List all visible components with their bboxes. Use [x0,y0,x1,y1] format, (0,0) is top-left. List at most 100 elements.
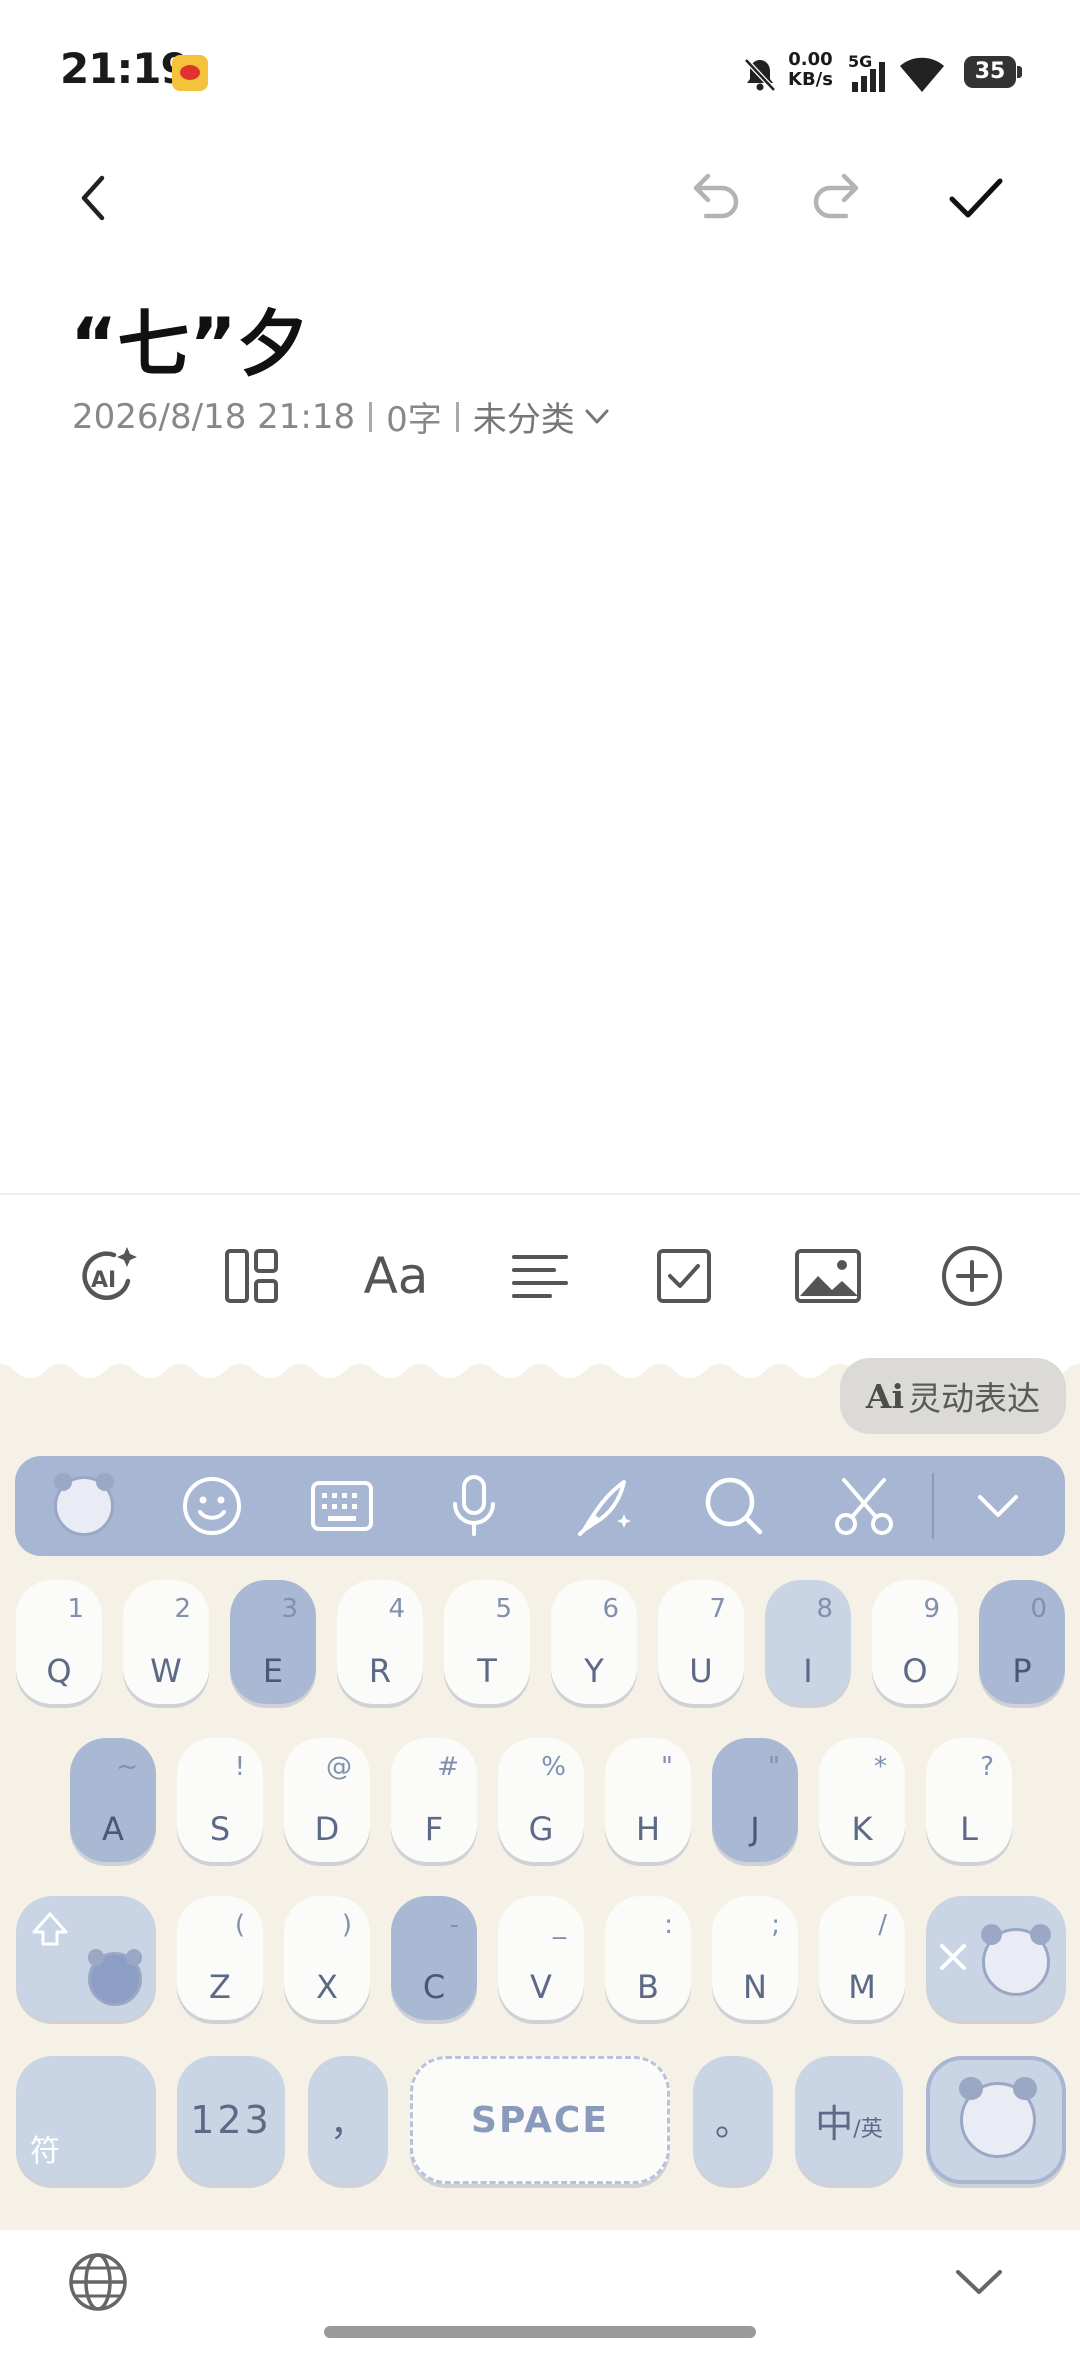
align-left-icon [512,1255,568,1298]
bear-mascot-icon [958,2076,1038,2158]
key-label: U [689,1652,713,1690]
home-indicator[interactable] [324,2326,756,2338]
undo-icon [693,173,739,219]
keyboard-switch-button[interactable] [304,1468,380,1544]
key-alt: 5 [495,1594,512,1624]
key-alt: : [664,1910,673,1940]
key-label: S [209,1810,231,1848]
layout-button[interactable] [212,1236,292,1316]
delete-key[interactable] [926,1896,1066,2020]
redo-button[interactable] [804,162,876,234]
key-s[interactable]: ! S [177,1738,263,1862]
collapse-bar-button[interactable] [960,1468,1036,1544]
checkmark-icon [949,178,1003,218]
period-key[interactable]: 。 [693,2056,773,2184]
key-g[interactable]: % G [498,1738,584,1862]
key-label: M [848,1968,876,2006]
space-label: SPACE [471,2099,609,2141]
text-format-button[interactable]: Aa [356,1236,436,1316]
enter-key[interactable] [926,2056,1066,2184]
key-u[interactable]: 7U [658,1580,744,1704]
category-label: 未分类 [472,400,575,440]
language-globe-button[interactable] [66,2250,130,2314]
key-label: C [422,1968,446,2006]
lang-main-label: 中 [815,2101,854,2146]
key-b[interactable]: :B [605,1896,691,2020]
emoji-button[interactable] [174,1468,250,1544]
key-alt: ; [771,1910,780,1940]
key-a[interactable]: ~ A [70,1738,156,1862]
layout-grid-icon [225,1249,278,1303]
key-f[interactable]: # F [391,1738,477,1862]
key-alt: " [768,1752,780,1782]
key-d[interactable]: @ D [284,1738,370,1862]
symbols-key[interactable]: 符 [16,2056,156,2184]
key-e[interactable]: 3E [230,1580,316,1704]
comma-key[interactable]: ， [308,2056,388,2184]
key-m[interactable]: / M [819,1896,905,2020]
search-icon [705,1477,763,1535]
shift-key[interactable] [16,1896,156,2020]
ai-assist-button[interactable]: AI [67,1236,147,1316]
key-label: N [743,1968,767,2006]
net-speed-value: 0.00 [788,49,833,70]
bar-divider [932,1473,934,1539]
key-k[interactable]: * K [819,1738,905,1862]
key-r[interactable]: 4R [337,1580,423,1704]
category-selector[interactable]: 未分类 [473,392,611,441]
key-label: E [262,1652,284,1690]
ai-writing-button[interactable] [568,1468,644,1544]
space-key[interactable]: SPACE [410,2056,670,2184]
key-x[interactable]: ) X [284,1896,370,2020]
key-l[interactable]: ? L [926,1738,1012,1862]
key-q[interactable]: 1Q [16,1580,102,1704]
key-alt: % [541,1752,566,1782]
key-z[interactable]: (Z [177,1896,263,2020]
skin-mascot-button[interactable] [46,1468,122,1544]
key-h[interactable]: " H [605,1738,691,1862]
key-label: P [1012,1652,1032,1690]
key-c[interactable]: -C [391,1896,477,2020]
align-button[interactable] [500,1236,580,1316]
clipboard-cut-button[interactable] [826,1468,902,1544]
key-alt: 3 [281,1594,298,1624]
key-w[interactable]: 2W [123,1580,209,1704]
checklist-button[interactable] [644,1236,724,1316]
insert-image-button[interactable] [788,1236,868,1316]
status-bar: 21:19 0.00 KB/s 5G 35 [0,0,1080,140]
toolbar-divider [0,1193,1080,1195]
key-alt: 8 [816,1594,833,1624]
note-title[interactable]: “七”夕 [70,285,309,390]
hide-keyboard-button[interactable] [952,2262,1006,2302]
key-o[interactable]: 9O [872,1580,958,1704]
note-date: 2026/8/18 21:18 [72,396,356,437]
net-speed: 0.00 KB/s [788,50,833,90]
key-j[interactable]: " J [712,1738,798,1862]
numbers-key[interactable]: 123 [177,2056,285,2184]
bear-mascot-icon [981,1923,1051,1996]
key-t[interactable]: 5T [444,1580,530,1704]
language-switch-key[interactable]: 中/英 [795,2056,903,2184]
ai-expression-button[interactable]: Ai 灵动表达 [840,1358,1066,1434]
wifi-icon [898,54,946,94]
ai-sparkle-icon: AI [82,1247,137,1300]
voice-input-button[interactable] [436,1468,512,1544]
key-alt: 9 [923,1594,940,1624]
key-y[interactable]: 6Y [551,1580,637,1704]
key-alt: ( [234,1910,245,1940]
key-label: T [477,1652,497,1690]
key-v[interactable]: _ V [498,1896,584,2020]
search-button[interactable] [696,1468,772,1544]
key-p[interactable]: 0P [979,1580,1065,1704]
key-n[interactable]: ; N [712,1896,798,2020]
meta-divider [369,401,373,432]
key-i[interactable]: 8I [765,1580,851,1704]
undo-button[interactable] [676,162,748,234]
ai-bubble-label: 灵动表达 [908,1379,1041,1418]
confirm-button[interactable] [940,162,1012,234]
key-alt: @ [326,1752,352,1782]
bear-mascot-icon [53,1472,115,1536]
delete-x-icon [940,1944,966,1970]
back-button[interactable] [58,162,130,234]
insert-more-button[interactable] [932,1236,1012,1316]
